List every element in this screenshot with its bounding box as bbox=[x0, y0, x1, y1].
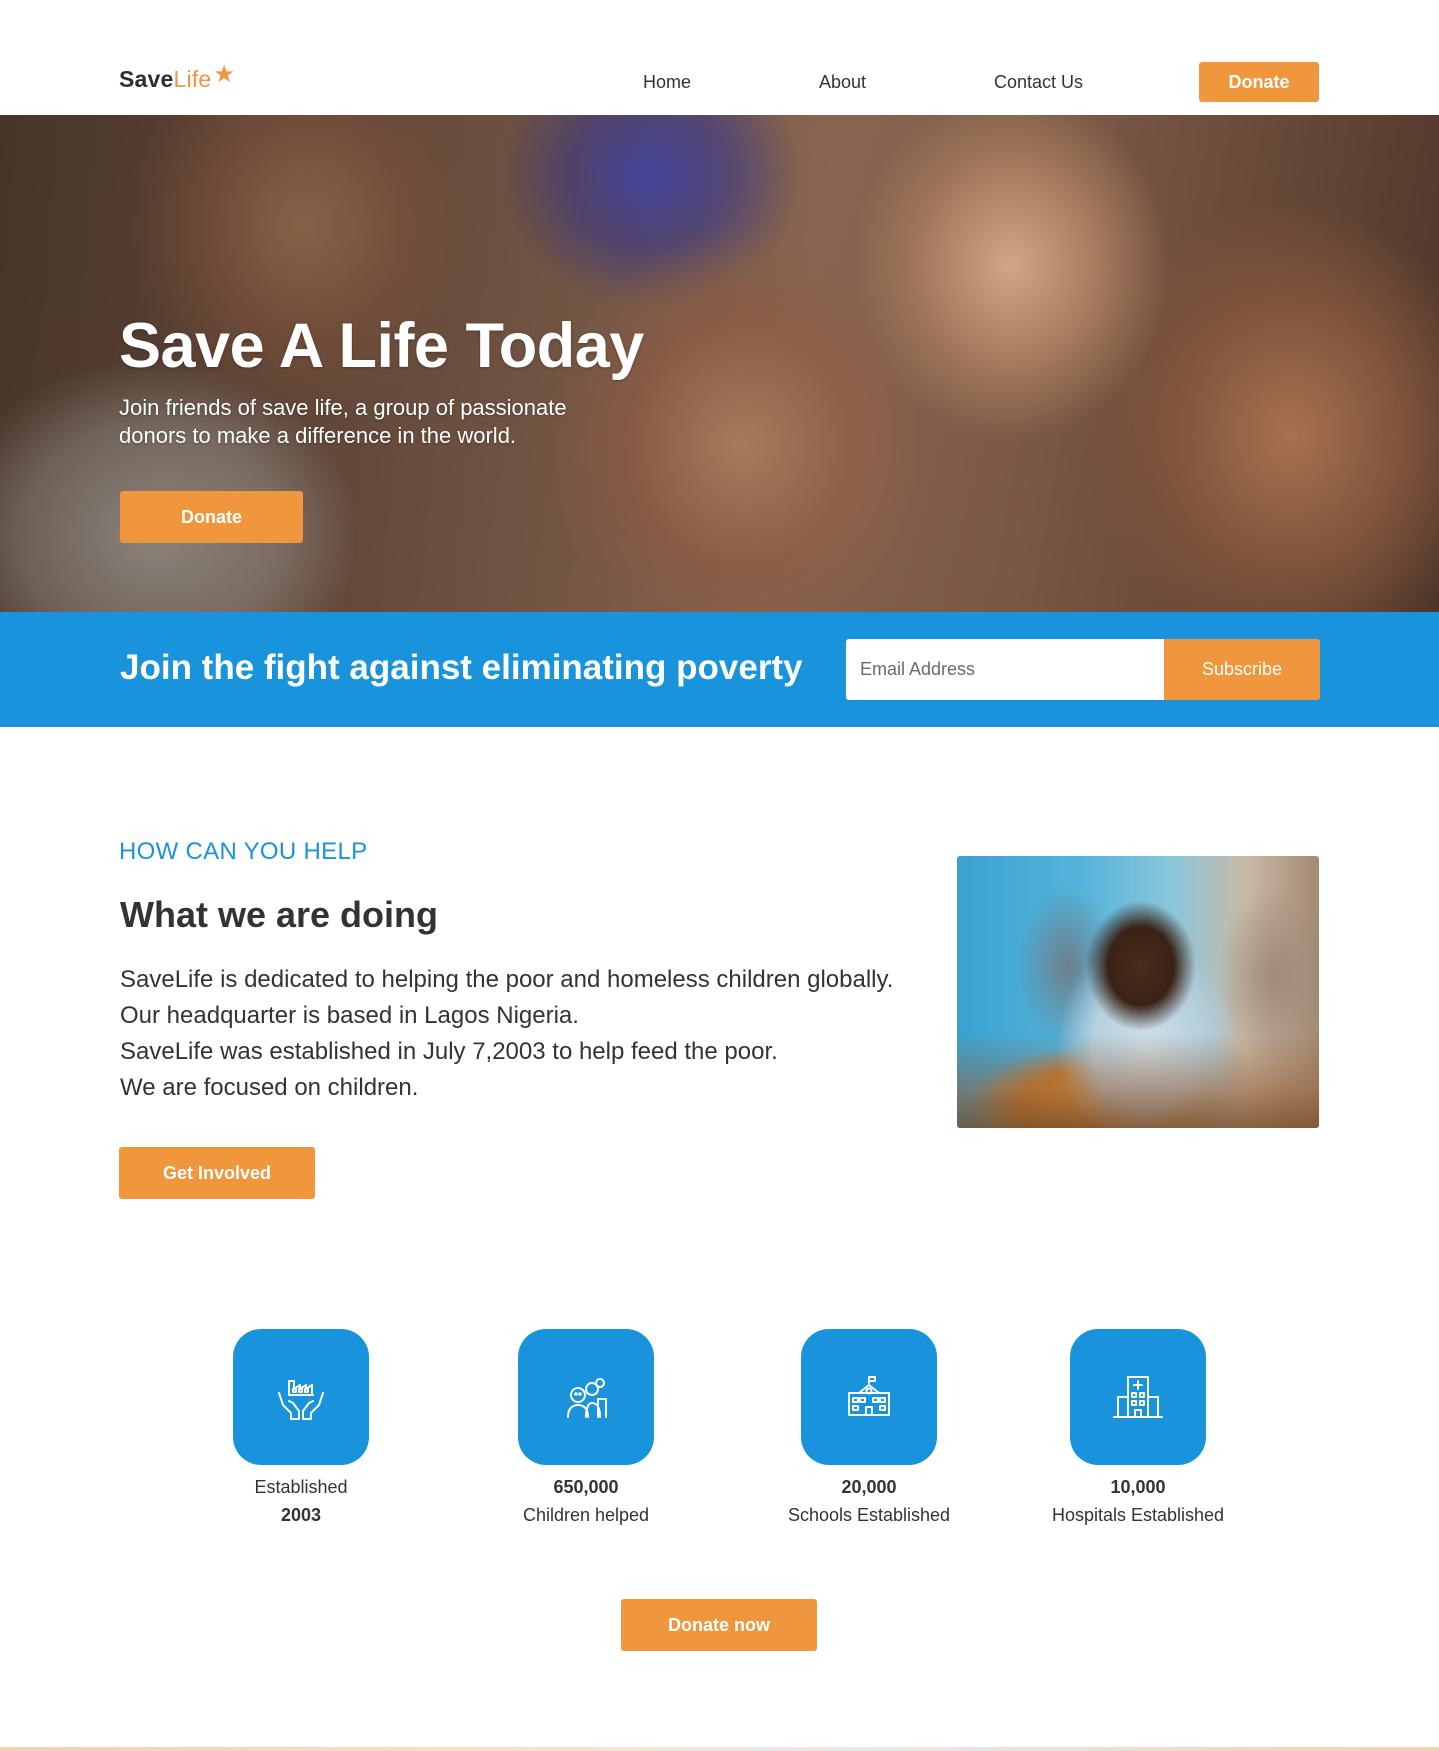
stat-value: 20,000 bbox=[841, 1477, 897, 1497]
photo-floor bbox=[957, 1033, 1319, 1128]
stat-icon-box bbox=[801, 1329, 937, 1465]
stat-value: 650,000 bbox=[553, 1477, 619, 1497]
hospital-building-icon bbox=[1113, 1376, 1163, 1418]
body-line: We are focused on children. bbox=[120, 1074, 419, 1101]
logo-life-text: Life bbox=[173, 66, 212, 92]
header-donate-button[interactable]: Donate bbox=[1199, 62, 1319, 102]
stat-label: Children helped bbox=[522, 1505, 650, 1525]
stat-children: 650,000 Children helped bbox=[486, 1329, 686, 1529]
hero-section: Save A Life Today Join friends of save l… bbox=[0, 115, 1439, 612]
stat-value: 2003 bbox=[280, 1505, 322, 1525]
children-group-icon bbox=[567, 1378, 607, 1418]
hero-subtitle: Join friends of save life, a group of pa… bbox=[119, 395, 567, 448]
stat-established: Established 2003 bbox=[201, 1329, 401, 1529]
logo[interactable]: Save Life ★ bbox=[119, 61, 235, 93]
stat-value: 10,000 bbox=[1110, 1477, 1166, 1497]
school-building-icon bbox=[848, 1376, 890, 1416]
logo-save-text: Save bbox=[119, 66, 174, 92]
stat-icon-box bbox=[518, 1329, 654, 1465]
page: Save Life ★ Home About Contact Us Donate… bbox=[0, 0, 1439, 1751]
nav-about-link[interactable]: About bbox=[819, 72, 866, 93]
section-kicker: HOW CAN YOU HELP bbox=[119, 838, 368, 865]
stat-schools: 20,000 Schools Established bbox=[769, 1329, 969, 1529]
star-icon: ★ bbox=[213, 61, 236, 88]
get-involved-button[interactable]: Get Involved bbox=[119, 1147, 315, 1199]
subscribe-title: Join the fight against eliminating pover… bbox=[120, 648, 803, 687]
stat-label: Schools Established bbox=[787, 1505, 951, 1525]
nav-contact-link[interactable]: Contact Us bbox=[994, 72, 1083, 93]
section-body: SaveLife is dedicated to helping the poo… bbox=[120, 962, 920, 1106]
section-title: What we are doing bbox=[120, 894, 439, 935]
email-input[interactable] bbox=[846, 639, 1164, 700]
subscribe-button[interactable]: Subscribe bbox=[1164, 639, 1320, 700]
stat-icon-box bbox=[233, 1329, 369, 1465]
hands-factory-icon bbox=[278, 1380, 324, 1420]
body-line: SaveLife was established in July 7,2003 … bbox=[120, 1038, 778, 1065]
site-header: Save Life ★ Home About Contact Us Donate bbox=[0, 0, 1439, 115]
stat-hospitals: 10,000 Hospitals Established bbox=[1038, 1329, 1238, 1529]
nav-home-link[interactable]: Home bbox=[643, 72, 691, 93]
stat-icon-box bbox=[1070, 1329, 1206, 1465]
donate-now-button[interactable]: Donate now bbox=[621, 1599, 817, 1651]
subscribe-band: Join the fight against eliminating pover… bbox=[0, 612, 1439, 727]
stat-label: Established bbox=[254, 1477, 348, 1497]
footer-edge bbox=[0, 1747, 1439, 1751]
hero-title: Save A Life Today bbox=[119, 311, 644, 381]
body-line: Our headquarter is based in Lagos Nigeri… bbox=[120, 1002, 579, 1029]
classroom-photo bbox=[957, 856, 1319, 1128]
body-line: SaveLife is dedicated to helping the poo… bbox=[120, 966, 894, 993]
hero-donate-button[interactable]: Donate bbox=[120, 491, 303, 543]
stat-label: Hospitals Established bbox=[1051, 1505, 1225, 1525]
